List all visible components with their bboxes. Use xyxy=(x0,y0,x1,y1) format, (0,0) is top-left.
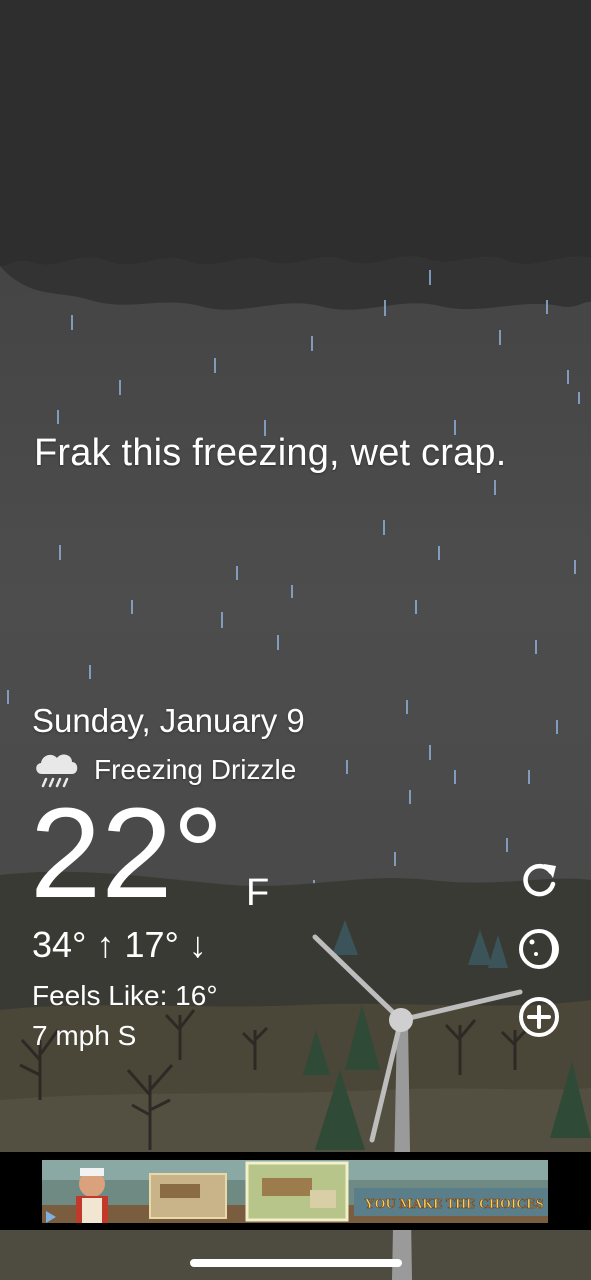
ground-bottom xyxy=(0,1230,591,1280)
ad-image[interactable]: YOU MAKE THE CHOICES xyxy=(42,1160,548,1223)
storm-cloud-underside xyxy=(0,256,591,310)
weather-scene xyxy=(0,0,591,1280)
refresh-icon[interactable] xyxy=(516,858,562,904)
forecast-date: Sunday, January 9 xyxy=(32,702,305,739)
temperature-unit: F xyxy=(246,872,270,914)
ad-banner: YOU MAKE THE CHOICES xyxy=(0,1152,591,1230)
home-indicator xyxy=(190,1259,402,1267)
wind-speed: 7 mph S xyxy=(32,1020,137,1051)
ad-slogan: YOU MAKE THE CHOICES xyxy=(364,1197,543,1212)
ground xyxy=(0,1088,591,1152)
storm-cloud xyxy=(0,0,591,267)
moon-phase-icon[interactable] xyxy=(516,926,562,972)
current-temperature: 22° xyxy=(30,782,224,925)
high-low-temperature: 34° ↑ 17° ↓ xyxy=(32,924,207,965)
add-icon[interactable] xyxy=(516,994,562,1040)
feels-like: Feels Like: 16° xyxy=(32,980,218,1011)
weather-headline: Frak this freezing, wet crap. xyxy=(34,432,507,474)
